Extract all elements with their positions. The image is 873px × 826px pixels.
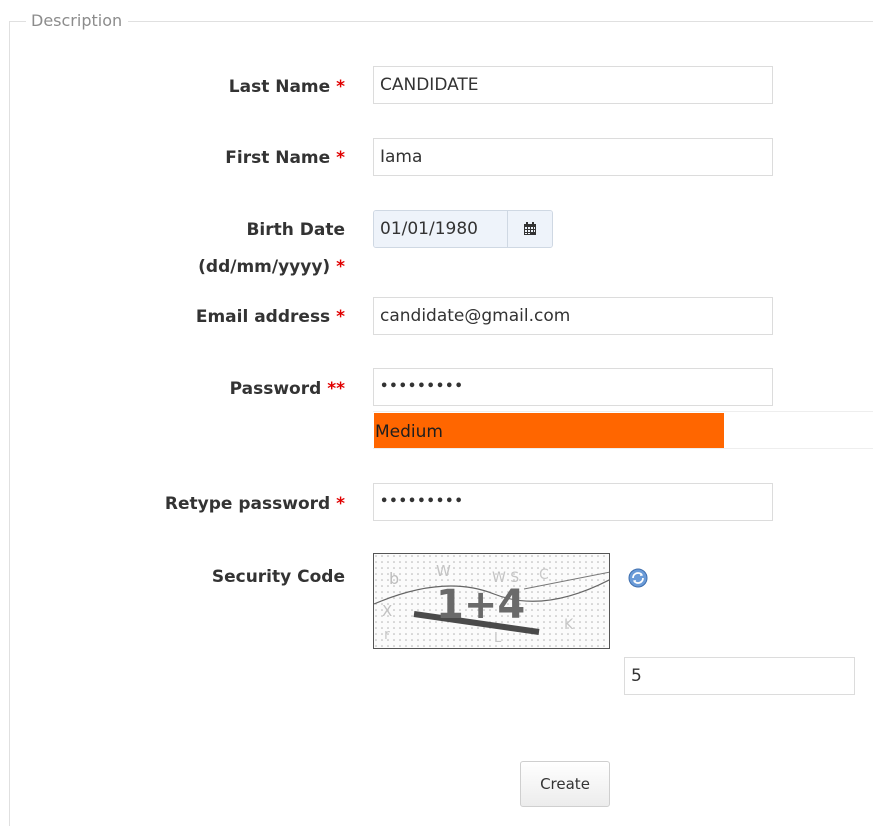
birth-date-label-line2: (dd/mm/yyyy) *: [198, 255, 345, 279]
captcha-graphic: b W W S C X r K L 1+4: [374, 554, 609, 648]
create-button[interactable]: Create: [520, 761, 610, 807]
last-name-label: Last Name *: [229, 75, 345, 99]
password-label-text: Password: [229, 379, 322, 399]
password-input[interactable]: •••••••••: [373, 368, 773, 406]
birth-date-label-line1: Birth Date: [246, 220, 345, 240]
required-marker: *: [336, 257, 345, 277]
last-name-input[interactable]: CANDIDATE: [373, 66, 773, 104]
email-input[interactable]: candidate@gmail.com: [373, 297, 773, 335]
svg-text:K: K: [564, 617, 574, 633]
svg-text:r: r: [384, 627, 390, 643]
calendar-button[interactable]: [507, 211, 552, 247]
required-marker: *: [336, 307, 345, 327]
last-name-label-text: Last Name: [228, 77, 331, 97]
password-label: Password **: [230, 377, 345, 401]
required-marker: **: [327, 379, 345, 399]
first-name-label-text: First Name: [225, 148, 331, 168]
birth-date-input[interactable]: 01/01/1980: [374, 211, 508, 247]
security-code-input[interactable]: 5: [624, 657, 855, 695]
retype-password-label: Retype password *: [165, 492, 345, 516]
birth-date-format-text: (dd/mm/yyyy): [198, 257, 331, 277]
svg-text:C: C: [539, 567, 549, 583]
svg-text:W: W: [436, 562, 451, 580]
svg-text:L: L: [494, 631, 502, 646]
email-label-text: Email address: [195, 307, 331, 327]
first-name-input[interactable]: Iama: [373, 138, 773, 176]
retype-password-label-text: Retype password: [164, 494, 331, 514]
refresh-icon: [628, 568, 648, 588]
captcha-image: b W W S C X r K L 1+4: [373, 553, 610, 649]
password-strength-text: Medium: [375, 422, 443, 442]
required-marker: *: [336, 77, 345, 97]
refresh-captcha-button[interactable]: [627, 567, 649, 589]
captcha-text: 1+4: [436, 582, 525, 628]
required-marker: *: [336, 148, 345, 168]
birth-date-group: 01/01/1980: [373, 210, 553, 248]
svg-text:X: X: [382, 602, 392, 620]
svg-text:b: b: [389, 569, 399, 588]
fieldset-legend: Description: [26, 10, 129, 32]
required-marker: *: [336, 494, 345, 514]
first-name-label: First Name *: [225, 146, 345, 170]
security-code-label: Security Code: [211, 567, 345, 587]
calendar-icon: [524, 222, 536, 235]
retype-password-input[interactable]: •••••••••: [373, 483, 773, 521]
email-label: Email address *: [196, 305, 345, 329]
